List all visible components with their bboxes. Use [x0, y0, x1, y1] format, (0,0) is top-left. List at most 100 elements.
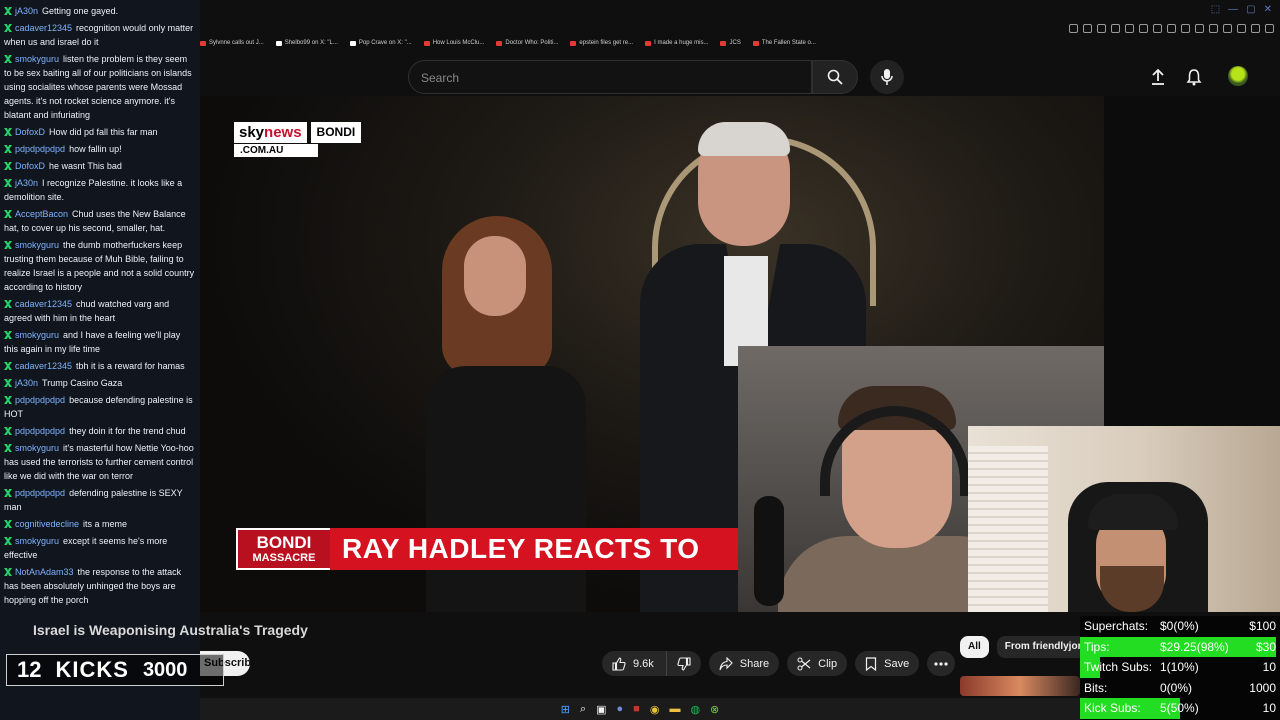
extension-icon[interactable]: [1195, 24, 1204, 33]
bookmark-item[interactable]: The Fallen State o...: [752, 40, 816, 46]
window-minimize-icon[interactable]: —: [1228, 4, 1238, 15]
chat-message: cadaver12345 tbh it is a reward for hamas: [4, 359, 196, 373]
task-view-icon[interactable]: ▣: [596, 703, 606, 716]
related-video-thumbnail[interactable]: [960, 676, 1080, 696]
chat-text: tbh it is a reward for hamas: [76, 361, 185, 371]
chat-username: jA30n: [15, 178, 39, 188]
chat-username: smokyguru: [15, 54, 60, 64]
extension-icon[interactable]: [1251, 24, 1260, 33]
x-favicon-icon: [349, 40, 356, 46]
voice-search-button[interactable]: [870, 60, 904, 94]
notifications-bell-icon[interactable]: [1186, 68, 1202, 91]
youtube-favicon-icon: [720, 40, 727, 46]
chat-text: Getting one gayed.: [42, 6, 119, 16]
kick-badge-icon: [4, 55, 12, 63]
chat-message: DofoxD How did pd fall this far man: [4, 125, 196, 139]
chat-username: DofoxD: [15, 161, 46, 171]
extension-icon[interactable]: [1097, 24, 1106, 33]
chat-message: smokyguru except it seems he's more effec…: [4, 534, 196, 562]
discord-icon[interactable]: ●: [617, 703, 624, 715]
windows-start-icon[interactable]: ⊞: [561, 703, 570, 716]
save-button[interactable]: Save: [855, 651, 920, 676]
chat-message: cognitivedecline its a meme: [4, 517, 196, 531]
menu-icon[interactable]: [1265, 24, 1274, 33]
chat-username: smokyguru: [15, 240, 60, 250]
app-icon[interactable]: ■: [633, 703, 640, 715]
search-icon[interactable]: ⌕: [580, 703, 586, 716]
window-controls: ⬚ — ▢ ✕: [1211, 4, 1272, 15]
chat-message: pdpdpdpdpd because defending palestine is…: [4, 393, 196, 421]
extension-icon[interactable]: [1139, 24, 1148, 33]
window-close-icon[interactable]: ✕: [1264, 4, 1272, 15]
zoom-icon[interactable]: [1069, 24, 1078, 33]
extension-icon[interactable]: [1209, 24, 1218, 33]
window-restore-icon[interactable]: ⬚: [1211, 4, 1220, 15]
kick-badge-icon: [4, 241, 12, 249]
kick-badge-icon: [4, 379, 12, 387]
extension-icon[interactable]: [1125, 24, 1134, 33]
chat-username: smokyguru: [15, 443, 60, 453]
kick-badge-icon: [4, 568, 12, 576]
extension-icon[interactable]: [1083, 24, 1092, 33]
youtube-favicon-icon: [496, 40, 503, 46]
goal-row-kick-subs: Kick Subs: 5(50%) 10: [1080, 698, 1280, 719]
more-actions-button[interactable]: [927, 651, 956, 676]
kicks-label: KICKS: [55, 657, 129, 682]
kick-badge-icon: [4, 7, 12, 15]
share-button[interactable]: Share: [708, 651, 780, 676]
search-placeholder: Search: [421, 71, 460, 85]
kick-badge-icon: [4, 179, 12, 187]
chat-message: cadaver12345 chud watched varg and agreed…: [4, 297, 196, 325]
youtube-favicon-icon: [645, 40, 652, 46]
bookmark-item[interactable]: Doctor Who: Politi...: [496, 40, 558, 46]
extension-icon[interactable]: [1237, 24, 1246, 33]
spotify-icon[interactable]: ◍: [690, 703, 700, 716]
bookmark-item[interactable]: Pop Crave on X: "...: [349, 40, 412, 46]
browser-bar: ⬚ — ▢ ✕ Sylvnne calls out J... Shelbo99 …: [200, 0, 1280, 58]
extension-icon[interactable]: [1181, 24, 1190, 33]
chat-text: Trump Casino Gaza: [42, 378, 123, 388]
kicks-goal-counter: 12 KICKS 3000: [6, 654, 224, 686]
bookmark-item[interactable]: Shelbo99 on X: "L...: [275, 40, 338, 46]
extension-icon[interactable]: [1153, 24, 1162, 33]
like-button[interactable]: 9.6k: [602, 651, 666, 676]
bookmark-item[interactable]: JCS: [720, 40, 741, 46]
dislike-button[interactable]: [665, 651, 701, 676]
kick-badge-icon: [4, 128, 12, 136]
bookmark-favicon-icon: [200, 40, 206, 46]
bookmark-item[interactable]: I made a huge mis...: [645, 40, 708, 46]
window-maximize-icon[interactable]: ▢: [1246, 4, 1255, 15]
account-avatar[interactable]: [1228, 66, 1248, 86]
kick-badge-icon: [4, 300, 12, 308]
extension-icon[interactable]: [1167, 24, 1176, 33]
chat-username: pdpdpdpdpd: [15, 395, 66, 405]
chat-username: jA30n: [15, 378, 39, 388]
extension-icon[interactable]: [1223, 24, 1232, 33]
youtube-favicon-icon: [570, 40, 577, 46]
chrome-icon[interactable]: ◉: [650, 703, 660, 716]
chat-text: how fallin up!: [69, 144, 122, 154]
create-upload-icon[interactable]: [1150, 68, 1166, 91]
file-explorer-icon[interactable]: ▬: [669, 703, 680, 715]
chat-username: pdpdpdpdpd: [15, 426, 66, 436]
bookmark-item[interactable]: epstein files get re...: [570, 40, 633, 46]
search-input[interactable]: Search: [408, 60, 812, 94]
chat-message: smokyguru the dumb motherfuckers keep tru…: [4, 238, 196, 294]
youtube-favicon-icon: [423, 40, 430, 46]
video-player[interactable]: skynews BONDI .COM.AU BONDI MASSACRE RAY…: [200, 96, 1280, 612]
thumbs-down-icon: [677, 656, 691, 671]
bookmarks-bar: Sylvnne calls out J... Shelbo99 on X: "L…: [200, 40, 816, 46]
chat-message: pdpdpdpdpd how fallin up!: [4, 142, 196, 156]
clip-button[interactable]: Clip: [787, 651, 848, 676]
goal-row-tips: Tips: $29.25(98%) $30: [1080, 636, 1280, 657]
chip-all[interactable]: All: [960, 636, 989, 658]
extension-icon[interactable]: [1111, 24, 1120, 33]
bookmark-item[interactable]: How Louis McClu...: [423, 40, 484, 46]
x-favicon-icon: [275, 40, 282, 46]
bookmark-item[interactable]: Sylvnne calls out J...: [200, 40, 264, 46]
xbox-icon[interactable]: ⊗: [710, 703, 719, 716]
search-button[interactable]: [812, 60, 858, 94]
chat-text: they doin it for the trend chud: [69, 426, 186, 436]
share-arrow-icon: [719, 656, 733, 670]
chat-message: smokyguru it's masterful how Nettie Yoo-h…: [4, 441, 196, 483]
